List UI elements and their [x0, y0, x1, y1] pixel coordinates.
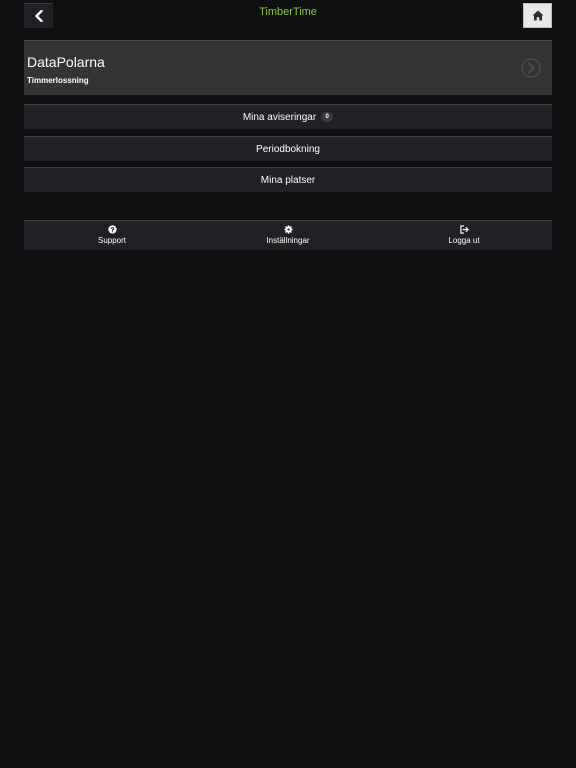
app-title: TimberTime: [259, 6, 317, 18]
nav-logout-label: Logga ut: [448, 236, 480, 245]
my-places-button[interactable]: Mina platser: [24, 167, 552, 192]
footer-nav: Support Inställningar Logga ut: [24, 220, 552, 250]
nav-settings[interactable]: Inställningar: [200, 221, 376, 250]
notifications-button[interactable]: Mina aviseringar 0: [24, 104, 552, 129]
card-title: DataPolarna: [27, 54, 105, 70]
nav-settings-label: Inställningar: [266, 236, 310, 245]
home-button[interactable]: [523, 3, 552, 28]
gear-icon: [283, 225, 293, 234]
logout-icon: [459, 225, 469, 234]
home-icon: [532, 10, 543, 21]
question-circle-icon: [107, 225, 117, 234]
nav-support[interactable]: Support: [24, 221, 200, 250]
nav-support-label: Support: [97, 236, 127, 245]
header-bar: TimberTime: [0, 0, 576, 30]
card-subtitle: Timmerlossning: [27, 76, 89, 85]
datapolarna-card[interactable]: DataPolarna Timmerlossning: [24, 40, 552, 95]
app-screen: TimberTime DataPolarna Timmerlossning Mi…: [0, 0, 576, 768]
nav-logout[interactable]: Logga ut: [376, 221, 552, 250]
my-places-label: Mina platser: [260, 174, 316, 186]
notifications-label: Mina aviseringar: [242, 111, 317, 123]
chevron-right-circle-icon[interactable]: [521, 58, 541, 78]
period-booking-label: Periodbokning: [256, 143, 320, 155]
period-booking-button[interactable]: Periodbokning: [24, 136, 552, 161]
notifications-count-badge: 0: [321, 112, 334, 122]
